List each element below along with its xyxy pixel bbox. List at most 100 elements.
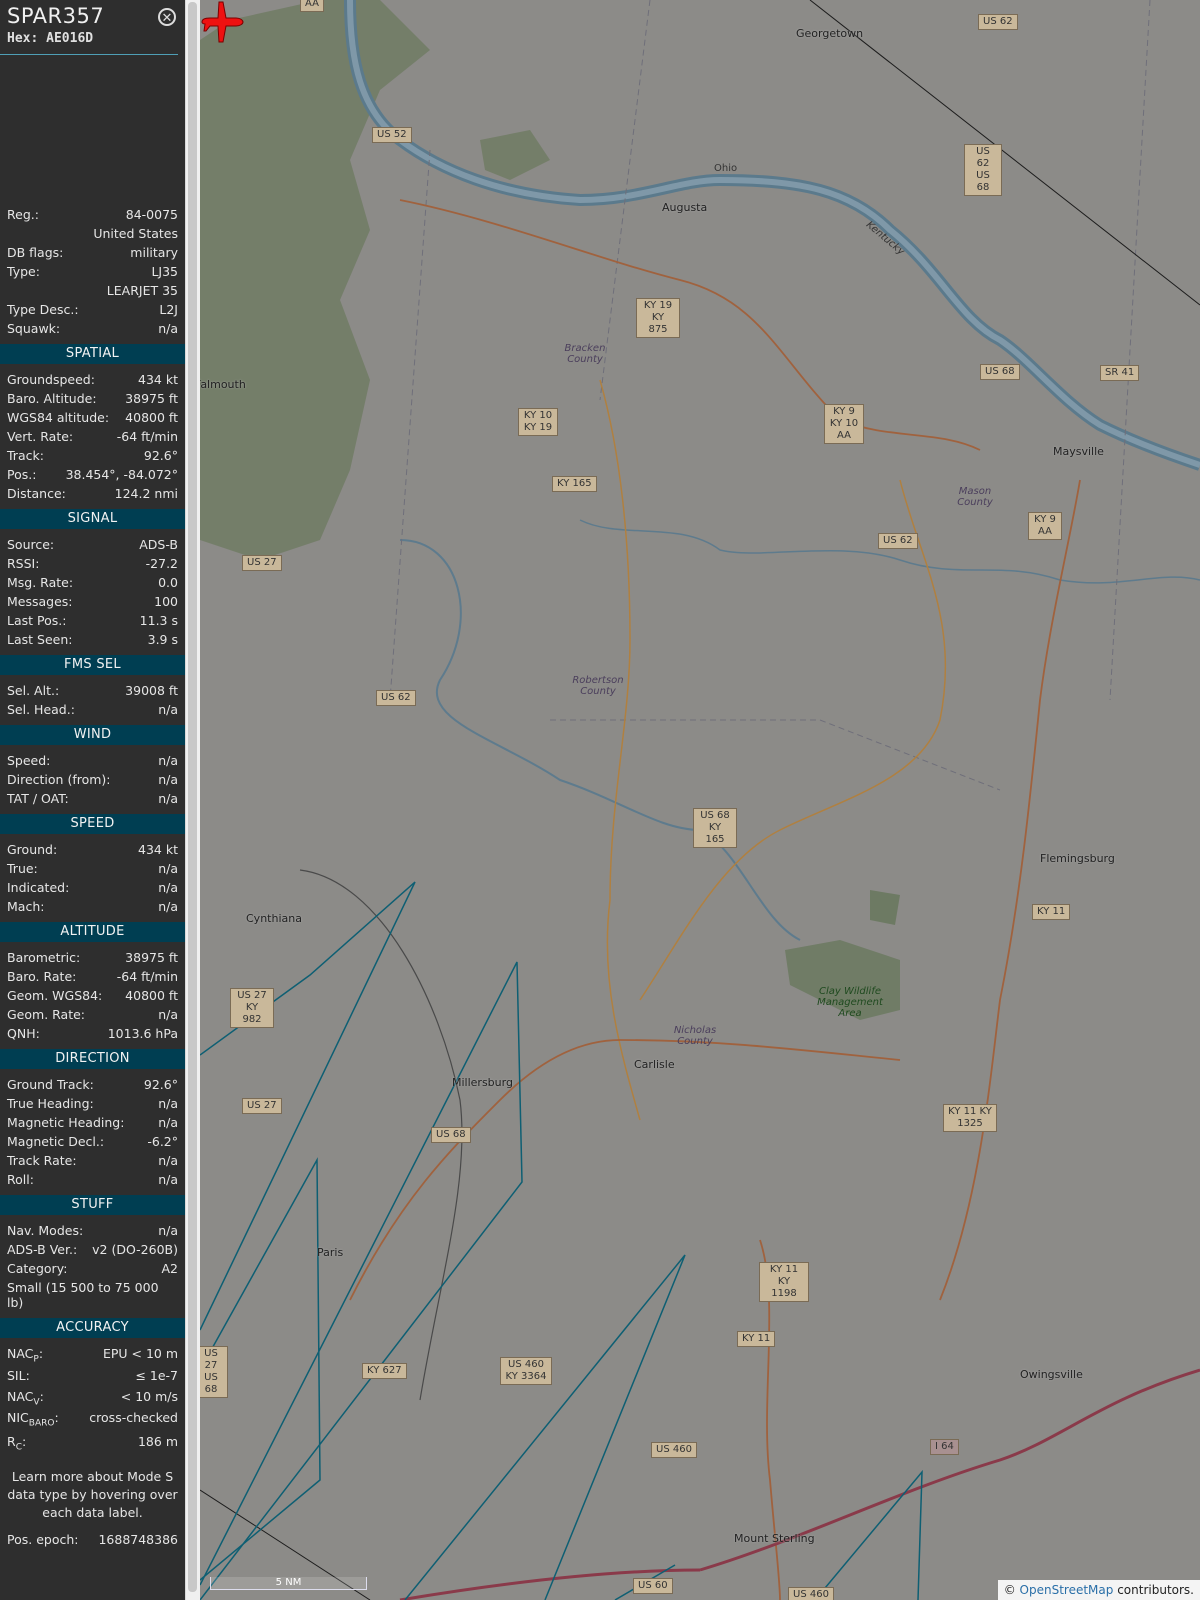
map-attribution: © OpenStreetMap contributors. <box>997 1580 1200 1600</box>
signal-row: RSSI: -27.2 <box>0 554 185 573</box>
ohio-river <box>344 0 1200 471</box>
forest-area <box>200 0 430 560</box>
stuff-label[interactable]: Nav. Modes: <box>7 1223 83 1238</box>
town-label: Georgetown <box>796 27 864 40</box>
signal-label[interactable]: Messages: <box>7 594 73 609</box>
spatial-value: 92.6° <box>143 448 178 463</box>
info-label[interactable]: DB flags: <box>7 245 63 260</box>
signal-label[interactable]: Last Pos.: <box>7 613 66 628</box>
stuff-value: v2 (DO-260B) <box>92 1242 178 1257</box>
spatial-label[interactable]: Groundspeed: <box>7 372 95 387</box>
stuff-label[interactable]: ADS-B Ver.: <box>7 1242 77 1257</box>
speed-label[interactable]: True: <box>7 861 38 876</box>
speed-value: 434 kt <box>138 842 178 857</box>
signal-label[interactable]: RSSI: <box>7 556 39 571</box>
section-stuff: STUFF <box>0 1195 185 1215</box>
flight-track <box>200 881 416 1331</box>
speed-label[interactable]: Ground: <box>7 842 57 857</box>
row-rc: RC: 186 m <box>7 1434 178 1453</box>
speed-label[interactable]: Indicated: <box>7 880 69 895</box>
altitude-label[interactable]: Baro. Rate: <box>7 969 76 984</box>
stuff-row: Category: A2 <box>0 1259 185 1278</box>
county-boundary <box>1109 0 1151 701</box>
altitude-label[interactable]: Geom. Rate: <box>7 1007 85 1022</box>
row-nacp: NACP: EPU < 10 m <box>7 1346 178 1365</box>
stuff-value: A2 <box>161 1261 178 1276</box>
wind-label[interactable]: Speed: <box>7 753 50 768</box>
speed-value: n/a <box>158 899 178 914</box>
close-icon[interactable]: ✕ <box>158 8 176 26</box>
info-note: Learn more about Mode S data type by hov… <box>7 1469 178 1520</box>
signal-label[interactable]: Last Seen: <box>7 632 72 647</box>
direction-label[interactable]: Magnetic Decl.: <box>7 1134 104 1149</box>
altitude-value: -64 ft/min <box>116 969 178 984</box>
road-shield: US 68 <box>431 1127 471 1143</box>
signal-label[interactable]: Source: <box>7 537 54 552</box>
signal-value: 100 <box>154 594 178 609</box>
town-label: Millersburg <box>452 1076 513 1089</box>
info-label[interactable]: Reg.: <box>7 207 39 222</box>
spatial-label[interactable]: Baro. Altitude: <box>7 391 97 406</box>
spatial-label[interactable]: Track: <box>7 448 44 463</box>
info-label[interactable]: Type: <box>7 264 40 279</box>
direction-label[interactable]: Track Rate: <box>7 1153 77 1168</box>
section-accuracy: ACCURACY <box>0 1318 185 1338</box>
osm-link[interactable]: OpenStreetMap <box>1020 1583 1114 1597</box>
altitude-row: QNH: 1013.6 hPa <box>0 1024 185 1043</box>
sidebar-scrollbar[interactable] <box>185 0 200 1600</box>
speed-row: Indicated: n/a <box>0 878 185 897</box>
speed-label[interactable]: Mach: <box>7 899 44 914</box>
wind-label[interactable]: TAT / OAT: <box>7 791 69 806</box>
spatial-label[interactable]: Pos.: <box>7 467 36 482</box>
signal-label[interactable]: Msg. Rate: <box>7 575 73 590</box>
panel-header: SPAR357 Hex: AE016D ✕ <box>0 0 178 55</box>
wind-value: n/a <box>158 753 178 768</box>
road-shield: US 62 <box>878 533 918 549</box>
direction-label[interactable]: True Heading: <box>7 1096 94 1111</box>
town-label: Maysville <box>1053 445 1104 458</box>
spatial-row: Vert. Rate: -64 ft/min <box>0 427 185 446</box>
row-pos-epoch: Pos. epoch: 1688748386 <box>7 1532 178 1547</box>
speed-row: Mach: n/a <box>0 897 185 916</box>
wind-label[interactable]: Direction (from): <box>7 772 111 787</box>
stuff-row: Nav. Modes: n/a <box>0 1221 185 1240</box>
county-label: Bracken County <box>564 343 606 365</box>
ohio-river-inner <box>347 0 1200 468</box>
altitude-label[interactable]: Barometric: <box>7 950 80 965</box>
section-spatial: SPATIAL <box>0 344 185 364</box>
info-label[interactable]: Squawk: <box>7 321 60 336</box>
info-row: Type: LJ35 <box>0 262 185 281</box>
fms-row: Sel. Alt.: 39008 ft <box>0 681 185 700</box>
row-sil: SIL: ≤ 1e-7 <box>7 1368 178 1383</box>
spatial-value: 40800 ft <box>125 410 178 425</box>
county-label: Nicholas County <box>673 1025 717 1047</box>
spatial-label[interactable]: WGS84 altitude: <box>7 410 109 425</box>
spatial-label[interactable]: Vert. Rate: <box>7 429 73 444</box>
scrollbar-thumb[interactable] <box>188 2 197 1592</box>
county-label: Mason County <box>957 486 993 508</box>
signal-value: 0.0 <box>158 575 178 590</box>
road-shield: US 27 US 68 <box>200 1346 228 1398</box>
info-value: 84-0075 <box>125 207 178 222</box>
altitude-label[interactable]: Geom. WGS84: <box>7 988 102 1003</box>
road-shield: KY 11 <box>1032 904 1071 920</box>
spatial-row: Groundspeed: 434 kt <box>0 370 185 389</box>
spatial-label[interactable]: Distance: <box>7 486 66 501</box>
fms-label[interactable]: Sel. Alt.: <box>7 683 59 698</box>
road-shield: I 64 <box>930 1439 959 1455</box>
road-shield: US 52 <box>372 127 412 143</box>
road-shield: KY 11 <box>737 1331 776 1347</box>
info-label[interactable]: Type Desc.: <box>7 302 79 317</box>
callsign: SPAR357 <box>7 4 105 28</box>
direction-label[interactable]: Roll: <box>7 1172 34 1187</box>
section-fms-sel: FMS SEL <box>0 655 185 675</box>
road-shield: KY 11 KY 1325 <box>943 1104 997 1132</box>
direction-label[interactable]: Magnetic Heading: <box>7 1115 124 1130</box>
altitude-label[interactable]: QNH: <box>7 1026 40 1041</box>
direction-label[interactable]: Ground Track: <box>7 1077 94 1092</box>
info-value: military <box>130 245 178 260</box>
aircraft-icon[interactable] <box>200 0 244 44</box>
stuff-label[interactable]: Category: <box>7 1261 67 1276</box>
map-view[interactable]: Georgetown Augusta Falmouth Maysville Cy… <box>200 0 1200 1600</box>
fms-label[interactable]: Sel. Head.: <box>7 702 75 717</box>
